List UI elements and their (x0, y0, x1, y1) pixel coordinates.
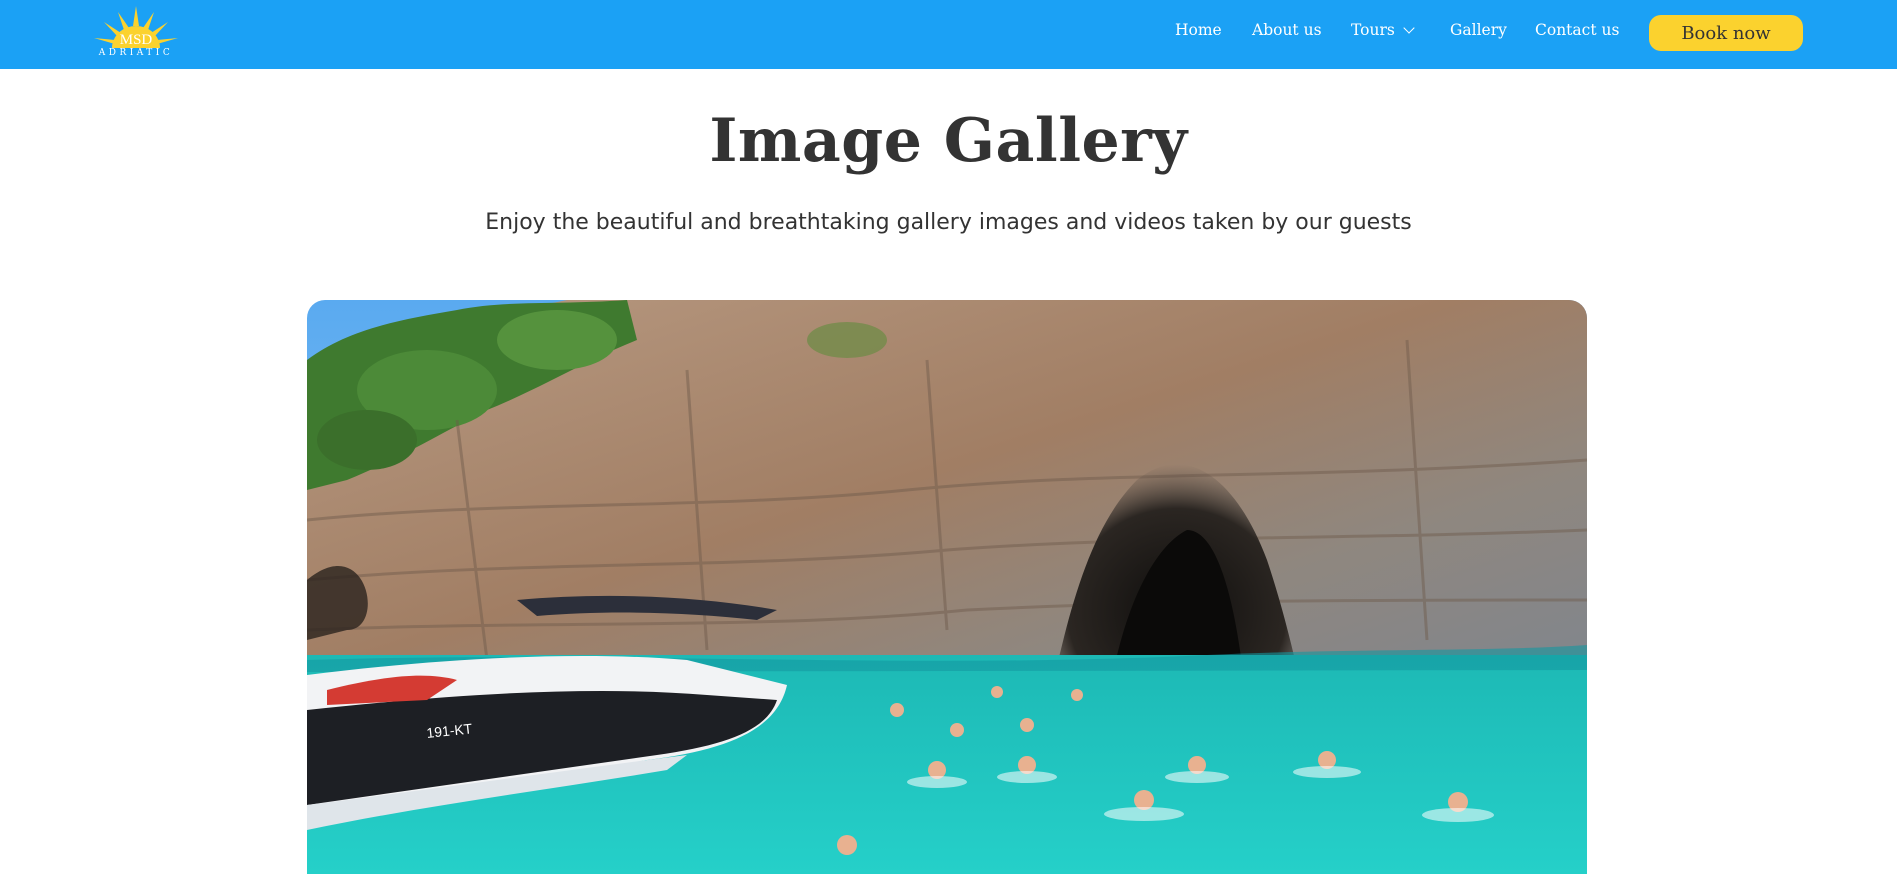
nav-tours-label: Tours (1351, 21, 1395, 39)
chevron-down-icon (1403, 22, 1415, 34)
logo-brand-bottom: ADRIATIC (98, 48, 174, 58)
book-now-button[interactable]: Book now (1649, 15, 1803, 51)
nav-gallery[interactable]: Gallery (1450, 21, 1507, 39)
logo-brand-top: MSD (119, 32, 153, 48)
nav-contact-us[interactable]: Contact us (1535, 21, 1619, 39)
sea-cave-boat-photo: 191-KT (307, 300, 1587, 874)
page-title: Image Gallery (709, 106, 1188, 176)
nav-about-us[interactable]: About us (1252, 21, 1322, 39)
site-logo[interactable]: MSD ADRIATIC (88, 4, 184, 62)
nav-home[interactable]: Home (1175, 21, 1222, 39)
page-subtitle: Enjoy the beautiful and breathtaking gal… (485, 210, 1412, 235)
gallery-image[interactable]: 191-KT (307, 300, 1587, 874)
top-navbar: MSD ADRIATIC Home About us Tours Gallery… (0, 0, 1897, 69)
nav-tours[interactable]: Tours (1351, 21, 1415, 39)
